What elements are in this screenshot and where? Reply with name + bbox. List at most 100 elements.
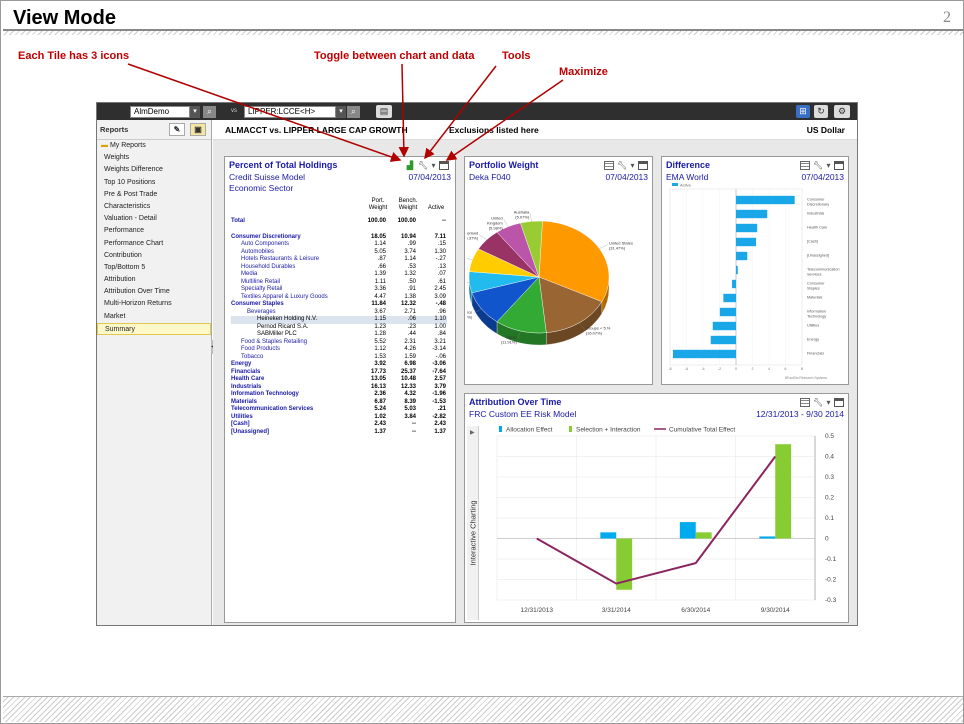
table-row[interactable]: Materials 6.87 8.39 -1.53 [231,399,447,407]
y-tick-label: -0.2 [825,577,837,584]
row-port: 1.23 [374,323,386,330]
benchmark-search-icon[interactable]: ⌕ [347,106,360,118]
table-row[interactable]: [Unassigned] 1.37 -- 1.37 [231,429,447,437]
sidebar-item[interactable]: Multi-Horizon Returns [97,298,211,310]
row-label: Pernod Ricard S.A. [257,323,309,330]
row-bench: 2.71 [404,308,416,315]
table-row[interactable]: Household Durables .66 .53 .13 [231,264,447,272]
refresh-icon[interactable]: ↻ [814,105,828,118]
table-row[interactable]: Utilities 1.02 3.84 -2.82 [231,414,447,422]
pie-chart[interactable]: United States (31.47%) Groups < 5 % (16.07%… [467,185,651,383]
portfolio-search-icon[interactable]: ⌕ [203,106,216,118]
sidebar-item[interactable]: Attribution [97,274,211,286]
attribution-chart[interactable]: Allocation Effect Selection + Interaction… [481,424,847,620]
sidebar-item[interactable]: Characteristics [97,201,211,213]
tools-dropdown-icon[interactable]: ▾ [826,161,831,170]
settings-icon[interactable]: ⚙ [834,105,850,118]
layout-icon[interactable]: ⊞ [796,105,810,118]
y-tick-label: 0.5 [825,433,834,440]
tools-dropdown-icon[interactable]: ▾ [826,398,831,407]
row-active: -- [442,218,446,224]
table-row[interactable]: Consumer Discretionary 18.05 10.94 7.11 [231,234,447,242]
table-row[interactable]: Auto Components 1.14 .99 .15 [231,241,447,249]
row-port: 1.12 [374,346,386,352]
row-label: Materials [231,398,258,405]
table-row[interactable]: Automobiles 5.05 3.74 1.30 [231,249,447,257]
tools-dropdown-icon[interactable]: ▾ [431,161,436,170]
sidebar-item[interactable]: Weights Difference [97,164,211,176]
new-report-icon[interactable]: ✎ [169,123,185,136]
row-label: Household Durables [241,263,296,270]
sidebar-item[interactable]: Summary [97,322,211,335]
diff-date: 07/04/2013 [801,172,844,182]
sidebar-item[interactable]: Performance [97,225,211,237]
sidebar-item[interactable]: Valuation - Detail [97,213,211,225]
row-bench: 4.26 [404,346,416,352]
table-row[interactable]: Textiles Apparel & Luxury Goods 4.47 1.38 3… [231,294,447,302]
portfolio-select[interactable]: AlmDemo [130,106,190,118]
sidebar-item[interactable]: Pre & Post Trade [97,189,211,201]
table-row[interactable]: Total 100.00 100.00 -- [231,218,447,226]
maximize-icon[interactable] [834,160,844,170]
table-row[interactable]: Financials 17.73 25.37 -7.64 [231,369,447,377]
sidebar-item[interactable]: Attribution Over Time [97,286,211,298]
table-row[interactable]: Specialty Retail 3.36 .91 2.45 [231,286,447,294]
chart-toggle-icon[interactable]: ▟ [405,161,415,170]
table-row[interactable]: Information Technology 2.36 4.32 -1.96 [231,391,447,399]
sidebar-item[interactable]: Contribution [97,250,211,262]
tools-icon[interactable]: 🔧︎ [418,161,428,170]
table-row[interactable]: Beverages 3.67 2.71 .96 [231,309,447,317]
sidebar-item[interactable]: Weights [97,152,211,164]
tools-icon[interactable]: 🔧︎ [617,161,627,170]
row-bench: .53 [407,263,416,270]
table-row[interactable]: Consumer Staples 11.84 12.32 -.48 [231,301,447,309]
x-tick-label: 9/30/2014 [761,607,790,614]
row-port: 1.37 [374,428,386,435]
portfolio-dropdown-icon[interactable]: ▾ [190,106,200,118]
table-row[interactable]: Industrials 16.13 12.33 3.79 [231,384,447,392]
table-row[interactable]: Food Products 1.12 4.26 -3.14 [231,346,447,354]
category-label: Information Technology [807,310,826,319]
sidebar-item[interactable]: Top/Bottom 5 [97,262,211,274]
maximize-icon[interactable] [439,160,449,170]
my-reports-folder[interactable]: ▬ My Reports [97,140,211,152]
difference-chart[interactable]: Active Consumer Discretionary Industrials He… [664,183,848,383]
sidebar-item[interactable]: Market [97,311,211,323]
report-view-icon[interactable]: ▤ [376,105,392,118]
row-label: Media [241,271,258,277]
row-port: 5.52 [374,338,386,345]
data-toggle-icon[interactable] [800,160,810,170]
sidebar-item[interactable]: Performance Chart [97,238,211,250]
annotation-icons: Each Tile has 3 icons [18,50,130,62]
maximize-icon[interactable] [638,160,648,170]
table-row[interactable]: Energy 3.92 6.98 -3.06 [231,361,447,369]
table-row[interactable]: SABMiller PLC 1.28 .44 .84 [231,331,447,339]
tick-label: 8 [801,367,803,371]
folder-add-icon[interactable]: ▣ [190,123,206,136]
slide-number: 2 [943,9,951,26]
table-row[interactable]: [Cash] 2.43 -- 2.43 [231,421,447,429]
maximize-icon[interactable] [834,397,844,407]
sidebar-item[interactable]: Top 10 Positions [97,177,211,189]
table-row[interactable]: Heineken Holding N.V. 1.15.06 1.10 [231,316,447,324]
benchmark-input[interactable]: LIPPER:LCCE<H> [244,106,336,118]
interactive-charting-panel[interactable]: ▶ Interactive Charting [467,426,479,620]
tools-icon[interactable]: 🔧︎ [813,161,823,170]
expand-icon[interactable]: ▶ [470,429,475,436]
table-row[interactable]: Pernod Ricard S.A. 1.23 .23 1.00 [231,324,447,332]
row-active: 2.57 [434,376,446,382]
table-row[interactable]: Tobacco 1.53 1.59 -.06 [231,354,447,362]
table-row[interactable]: Hotels Restaurants & Leisure .87 1.14 -.27 [231,256,447,264]
table-row[interactable]: Food & Staples Retailing 5.52 2.31 3.21 [231,339,447,347]
table-row[interactable]: Health Care 13.05 10.48 2.57 [231,376,447,384]
data-toggle-icon[interactable] [800,397,810,407]
table-row[interactable]: Multiline Retail 1.11 .50 .61 [231,279,447,287]
benchmark-dropdown-icon[interactable]: ▾ [336,106,346,118]
row-bench: 1.32 [404,271,416,277]
table-row[interactable]: Media 1.39 1.32 .07 [231,271,447,279]
data-toggle-icon[interactable] [604,160,614,170]
tools-icon[interactable]: 🔧︎ [813,398,823,407]
tools-dropdown-icon[interactable]: ▾ [630,161,635,170]
table-row[interactable]: Telecommunication Services 5.24 5.03 .21 [231,406,447,414]
row-port: 3.36 [374,286,386,292]
